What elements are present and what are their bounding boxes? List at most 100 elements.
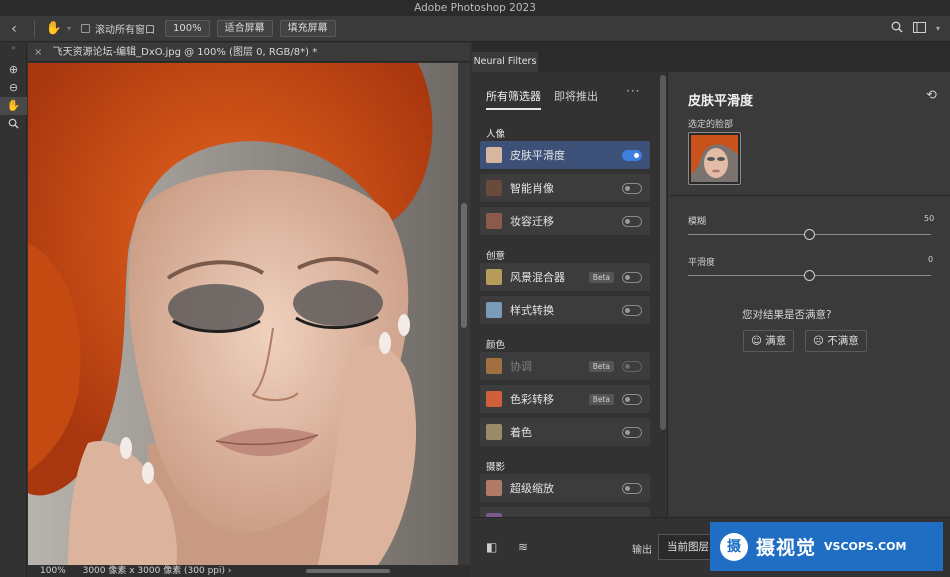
hand-tool-icon[interactable]: ✋ xyxy=(41,21,67,36)
filter-super-zoom[interactable]: 超级缩放 xyxy=(480,474,650,502)
watermark-site: VSCOPS.COM xyxy=(824,540,907,553)
chevron-down-icon[interactable]: ▾ xyxy=(67,24,71,33)
selected-face-label: 选定的脸部 xyxy=(688,120,734,130)
close-icon[interactable]: × xyxy=(34,47,42,58)
tab-all-filters[interactable]: 所有筛选器 xyxy=(486,88,541,110)
filter-label: 色彩转移 xyxy=(510,393,554,406)
filter-skin-smoothing[interactable]: 皮肤平滑度 xyxy=(480,141,650,169)
fill-screen-button[interactable]: 填充屏幕 xyxy=(279,20,336,37)
portrait-image xyxy=(28,63,458,565)
workspace-icon[interactable] xyxy=(912,21,926,36)
settings-title: 皮肤平滑度 xyxy=(688,94,754,109)
filter-toggle[interactable] xyxy=(622,304,642,316)
zoom-out-icon[interactable]: ⊖ xyxy=(0,79,27,97)
filter-thumbnail xyxy=(486,213,502,229)
filter-label: 着色 xyxy=(510,426,532,439)
filter-label: 妆容迁移 xyxy=(510,215,554,228)
zoom-in-icon[interactable]: ⊕ xyxy=(0,61,27,79)
zoom-level[interactable]: 100% xyxy=(40,566,66,576)
document-title: 飞天资源论坛-编辑_DxO.jpg @ 100% (图层 0, RGB/8*) … xyxy=(52,47,318,58)
filter-landscape-mixer[interactable]: 风景混合器 Beta xyxy=(480,263,650,291)
back-arrow-icon[interactable]: ‹ xyxy=(0,21,28,37)
fit-screen-button[interactable]: 适合屏幕 xyxy=(216,20,273,37)
zoom-100-button[interactable]: 100% xyxy=(165,20,210,37)
smoothness-slider-handle[interactable] xyxy=(804,270,815,281)
tab-coming-soon[interactable]: 即将推出 xyxy=(554,88,598,110)
selected-face-thumbnail[interactable] xyxy=(688,132,741,185)
unsatisfied-label: 不满意 xyxy=(827,335,859,347)
unsatisfied-button[interactable]: ☹ 不满意 xyxy=(805,330,867,352)
filter-thumbnail xyxy=(486,269,502,285)
tool-panel: » ⊕ ⊖ ✋ xyxy=(0,43,27,577)
filter-harmonization[interactable]: 协调 Beta xyxy=(480,352,650,380)
category-creative: 创意 xyxy=(486,251,506,262)
magnifier-icon[interactable] xyxy=(0,115,27,133)
satisfied-button[interactable]: ☺ 满意 xyxy=(743,330,795,352)
more-icon[interactable]: ··· xyxy=(626,84,640,98)
filter-toggle[interactable] xyxy=(622,426,642,438)
satisfaction-question: 您对结果是否满意? xyxy=(742,309,832,321)
panel-tabstrip xyxy=(472,42,950,72)
filter-thumbnail xyxy=(486,480,502,496)
filter-list-scrollbar[interactable] xyxy=(660,75,666,430)
window-title: Adobe Photoshop 2023 xyxy=(0,0,950,16)
scroll-all-checkbox[interactable] xyxy=(81,24,91,33)
hand-tool-icon[interactable]: ✋ xyxy=(0,97,27,115)
filter-toggle[interactable] xyxy=(622,215,642,227)
watermark: 摄 摄视觉 VSCOPS.COM xyxy=(710,522,943,571)
smoothness-label: 平滑度 xyxy=(688,258,716,268)
filter-toggle[interactable] xyxy=(622,271,642,283)
beta-badge: Beta xyxy=(588,271,614,283)
status-bar: 100% 3000 像素 x 3000 像素 (300 ppi) › xyxy=(28,565,470,577)
filter-thumbnail xyxy=(486,358,502,374)
category-portrait: 人像 xyxy=(486,129,506,140)
beta-badge: Beta xyxy=(588,393,614,405)
filter-thumbnail xyxy=(486,391,502,407)
search-icon[interactable] xyxy=(891,21,903,36)
chevron-down-icon[interactable]: ▾ xyxy=(936,24,940,33)
document-size: 3000 像素 x 3000 像素 (300 ppi) xyxy=(82,566,226,576)
chevron-right-icon[interactable]: › xyxy=(228,566,232,576)
collapse-icon[interactable]: » xyxy=(0,43,27,61)
preview-split-icon[interactable]: ◧ xyxy=(486,540,497,554)
layers-icon[interactable]: ≋ xyxy=(518,540,528,554)
horizontal-scrollbar[interactable] xyxy=(306,569,390,573)
filter-list: 所有筛选器 即将推出 ··· 人像 皮肤平滑度 智能肖像 妆容迁移 创意 风景混… xyxy=(472,72,668,517)
vertical-scrollbar[interactable] xyxy=(458,63,470,565)
filter-settings: 皮肤平滑度 ⟲ 选定的脸部 模糊 50 平滑度 0 您对结果是否满意? ☺ 满意… xyxy=(670,72,950,517)
tab-neural-filters[interactable]: Neural Filters xyxy=(472,52,538,72)
filter-label: 风景混合器 xyxy=(510,271,565,284)
category-color: 颜色 xyxy=(486,340,506,351)
filter-toggle[interactable] xyxy=(622,482,642,494)
blur-value: 50 xyxy=(924,214,935,223)
smoothness-value: 0 xyxy=(928,255,934,264)
filter-colorize[interactable]: 着色 xyxy=(480,418,650,446)
watermark-logo: 摄 xyxy=(720,532,748,561)
image-canvas[interactable] xyxy=(28,63,458,565)
document-tab[interactable]: × 飞天资源论坛-编辑_DxO.jpg @ 100% (图层 0, RGB/8*… xyxy=(28,43,470,62)
output-label: 输出 xyxy=(632,545,652,556)
filter-smart-portrait[interactable]: 智能肖像 xyxy=(480,174,650,202)
blur-slider-handle[interactable] xyxy=(804,229,815,240)
face-thumbnail-image xyxy=(691,135,738,182)
filter-thumbnail xyxy=(486,180,502,196)
scroll-all-label: 滚动所有窗口 xyxy=(95,25,156,36)
filter-makeup-transfer[interactable]: 妆容迁移 xyxy=(480,207,650,235)
filter-next[interactable] xyxy=(480,507,650,517)
filter-label: 超级缩放 xyxy=(510,482,554,495)
filter-thumbnail xyxy=(486,302,502,318)
filter-toggle[interactable] xyxy=(622,149,642,161)
filter-color-transfer[interactable]: 色彩转移 Beta xyxy=(480,385,650,413)
filter-toggle[interactable] xyxy=(622,182,642,194)
divider xyxy=(34,19,35,38)
beta-badge: Beta xyxy=(588,360,614,372)
category-photography: 摄影 xyxy=(486,462,506,473)
filter-style-transfer[interactable]: 样式转换 xyxy=(480,296,650,324)
filter-label: 协调 xyxy=(510,360,532,373)
scroll-thumb[interactable] xyxy=(461,203,467,328)
frown-icon: ☹ xyxy=(813,335,828,347)
reset-icon[interactable]: ⟲ xyxy=(926,88,937,103)
filter-toggle[interactable] xyxy=(622,393,642,405)
filter-toggle[interactable] xyxy=(622,360,642,372)
satisfied-label: 满意 xyxy=(765,335,787,347)
